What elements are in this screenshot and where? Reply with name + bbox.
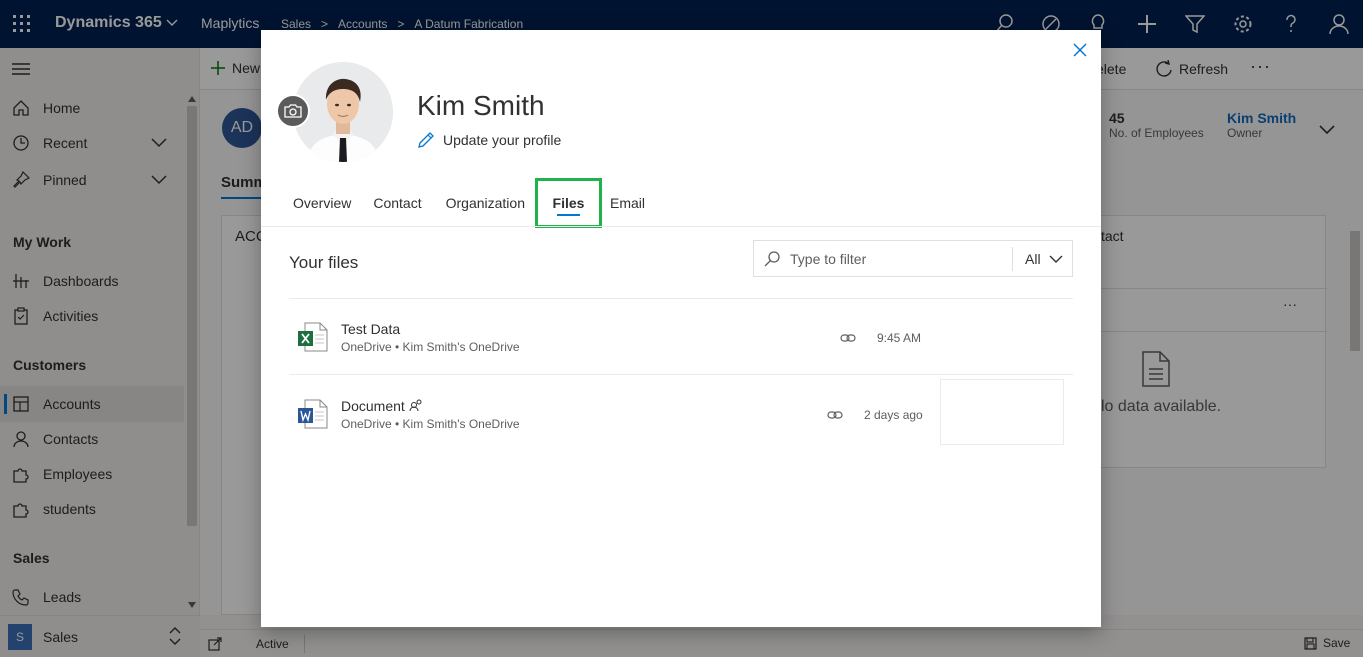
file-type-selected: All bbox=[1025, 251, 1041, 267]
link-icon[interactable] bbox=[840, 332, 856, 344]
tab-email[interactable]: Email bbox=[600, 180, 655, 226]
divider bbox=[261, 226, 1101, 227]
file-name[interactable]: Test Data bbox=[341, 321, 400, 337]
divider bbox=[1012, 247, 1013, 271]
excel-file-icon bbox=[298, 322, 328, 352]
close-icon[interactable] bbox=[1072, 42, 1088, 58]
profile-name: Kim Smith bbox=[417, 90, 545, 121]
link-icon[interactable] bbox=[827, 409, 843, 421]
camera-icon bbox=[284, 104, 302, 118]
file-row[interactable]: Test Data OneDrive • Kim Smith's OneDriv… bbox=[289, 299, 1073, 375]
file-modified-time: 2 days ago bbox=[864, 408, 923, 422]
file-modified-time: 9:45 AM bbox=[877, 331, 922, 345]
pencil-icon bbox=[418, 132, 434, 148]
file-name-text: Document bbox=[341, 398, 405, 414]
file-location: OneDrive • Kim Smith's OneDrive bbox=[341, 417, 520, 431]
tab-files[interactable]: Files bbox=[535, 178, 602, 228]
files-section-title: Your files bbox=[289, 253, 359, 272]
file-filter-box: All bbox=[753, 240, 1073, 277]
divider bbox=[289, 374, 1073, 375]
file-location: OneDrive • Kim Smith's OneDrive bbox=[341, 340, 520, 354]
file-preview-thumbnail[interactable] bbox=[940, 379, 1064, 445]
tab-organization[interactable]: Organization bbox=[434, 180, 537, 226]
word-file-icon bbox=[298, 399, 328, 429]
search-icon bbox=[764, 251, 780, 267]
tab-contact[interactable]: Contact bbox=[361, 180, 433, 226]
file-name[interactable]: Document bbox=[341, 398, 423, 414]
profile-tabs: Overview Contact Organization Files Emai… bbox=[283, 178, 655, 228]
profile-card-dialog: Kim Smith Update your profile Overview C… bbox=[261, 30, 1101, 627]
tab-overview[interactable]: Overview bbox=[283, 180, 361, 226]
chevron-down-icon bbox=[1049, 255, 1063, 263]
update-profile-label: Update your profile bbox=[443, 132, 562, 148]
change-photo-button[interactable] bbox=[276, 94, 310, 128]
update-profile-link[interactable]: Update your profile bbox=[417, 131, 561, 149]
shared-icon bbox=[409, 399, 422, 412]
filter-input[interactable] bbox=[790, 249, 1005, 269]
file-type-dropdown[interactable]: All bbox=[1025, 251, 1063, 267]
